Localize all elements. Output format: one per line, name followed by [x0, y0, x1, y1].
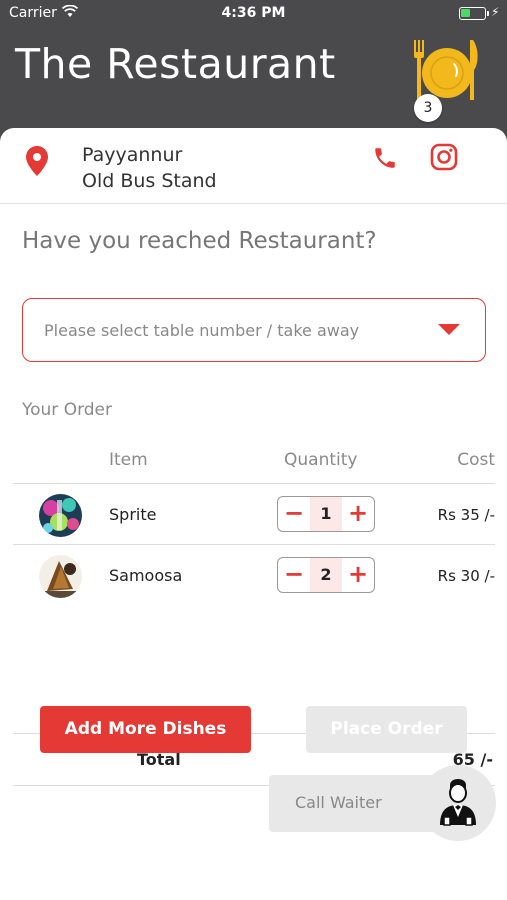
- order-row-sprite: Sprite − 1 + Rs 35 /-: [13, 483, 495, 544]
- item-cost: Rs 30 /-: [437, 567, 495, 585]
- table-number-select[interactable]: Please select table number / take away: [22, 298, 486, 362]
- status-bar: Carrier 4:36 PM ⚡: [0, 0, 507, 28]
- column-header-item: Item: [109, 450, 148, 470]
- call-waiter-label: Call Waiter: [295, 793, 382, 812]
- column-header-cost: Cost: [457, 450, 495, 470]
- column-header-quantity: Quantity: [284, 450, 358, 470]
- restaurant-address: Payyannur Old Bus Stand: [82, 142, 217, 194]
- plate-fork-knife-icon[interactable]: [410, 38, 480, 104]
- instagram-icon[interactable]: [430, 143, 458, 171]
- decrease-quantity-button[interactable]: −: [278, 497, 310, 531]
- battery-icon: [459, 7, 489, 20]
- quantity-stepper: − 2 +: [277, 557, 375, 593]
- table-select-placeholder: Please select table number / take away: [44, 321, 360, 340]
- cart-count-badge: 3: [414, 94, 442, 122]
- address-line1: Payyannur: [82, 144, 183, 166]
- battery-level: [461, 9, 470, 17]
- add-more-dishes-button[interactable]: Add More Dishes: [40, 706, 251, 753]
- increase-quantity-button[interactable]: +: [342, 497, 374, 531]
- dropdown-arrow-icon: [438, 324, 460, 335]
- waiter-icon: [440, 779, 476, 826]
- quantity-value: 2: [310, 558, 342, 592]
- status-time: 4:36 PM: [221, 5, 286, 21]
- phone-icon[interactable]: [372, 145, 398, 171]
- map-pin-icon: [26, 146, 48, 176]
- location-row: Payyannur Old Bus Stand: [0, 128, 507, 204]
- reached-restaurant-question: Have you reached Restaurant?: [22, 228, 377, 254]
- decrease-quantity-button[interactable]: −: [278, 558, 310, 592]
- content-card: Payyannur Old Bus Stand Have you reached…: [0, 128, 507, 900]
- item-cost: Rs 35 /-: [437, 506, 495, 524]
- order-row-samoosa: Samoosa − 2 + Rs 30 /-: [13, 544, 495, 605]
- quantity-value: 1: [310, 497, 342, 531]
- increase-quantity-button[interactable]: +: [342, 558, 374, 592]
- item-name: Samoosa: [109, 566, 183, 585]
- item-image-sprite: [39, 494, 82, 537]
- charging-bolt-icon: ⚡: [491, 5, 500, 19]
- waiter-button[interactable]: [420, 765, 496, 841]
- your-order-heading: Your Order: [22, 400, 113, 420]
- quantity-stepper: − 1 +: [277, 496, 375, 532]
- place-order-button[interactable]: Place Order: [306, 706, 467, 753]
- item-image-samoosa: [39, 555, 82, 598]
- item-name: Sprite: [109, 505, 157, 524]
- app-title: The Restaurant: [15, 40, 336, 88]
- address-line2: Old Bus Stand: [82, 170, 217, 192]
